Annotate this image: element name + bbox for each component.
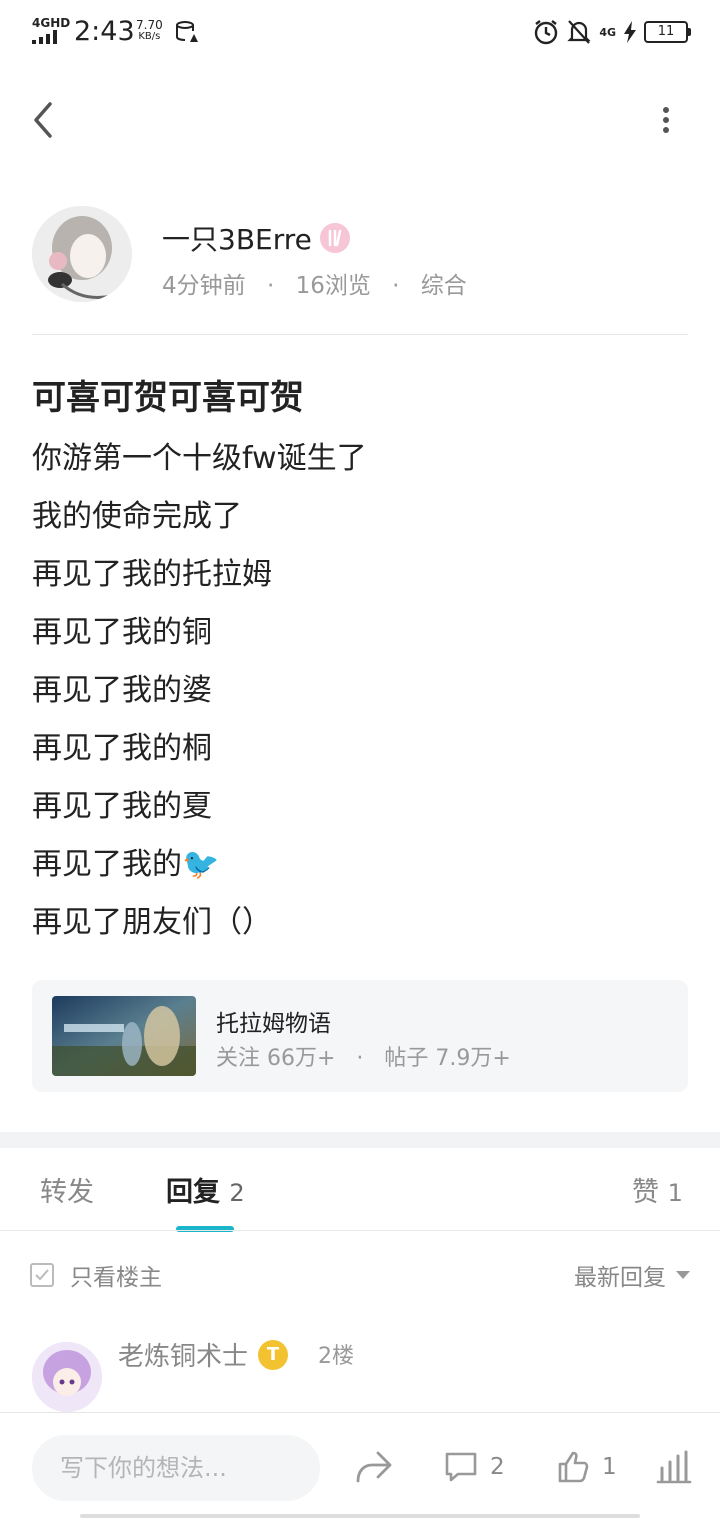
post-category[interactable]: 综合 [421, 273, 467, 299]
reply-avatar[interactable] [32, 1342, 102, 1412]
anime-avatar-image [32, 1342, 102, 1412]
level-badge-icon: T [258, 1339, 289, 1370]
post-line: 你游第一个十级fw诞生了 [32, 441, 367, 476]
author-avatar[interactable] [32, 206, 132, 302]
charging-icon [624, 21, 636, 43]
author-name-row[interactable]: 一只3BErre [162, 218, 350, 258]
mute-notification-icon [567, 20, 591, 44]
divider [0, 1230, 720, 1231]
bird-emoji: 🐦 [182, 847, 220, 882]
meta-separator: · [392, 273, 400, 299]
forum-followers: 关注 66万+ [216, 1046, 336, 1071]
reply-author-name[interactable]: 老炼铜术士 [118, 1336, 248, 1373]
chevron-left-icon [34, 102, 52, 138]
comment-input[interactable] [32, 1435, 320, 1501]
net-speed-unit: KB/s [138, 31, 161, 42]
battery-icon: 11 [644, 21, 691, 43]
check-icon [35, 1269, 49, 1281]
tab-reply-label: 回复 [166, 1177, 220, 1208]
tab-reply[interactable]: 回复 2 [166, 1170, 245, 1209]
back-button[interactable] [26, 98, 66, 142]
tab-repost[interactable]: 转发 [40, 1170, 94, 1209]
net-speed: 7.70 KB/s [136, 19, 163, 43]
net-speed-value: 7.70 [136, 18, 163, 32]
post-line: 再见了我的夏 [32, 789, 212, 824]
post-line: 我的使命完成了 [32, 499, 242, 534]
forum-stats: 关注 66万+ · 帖子 7.9万+ [216, 1040, 511, 1072]
signal-icon [32, 30, 57, 44]
status-bar: 4GHD 2:43 7.70 KB/s 4G 11 [0, 0, 720, 64]
caret-down-icon [676, 1271, 690, 1279]
reply-author-row[interactable]: 老炼铜术士 T [118, 1336, 289, 1373]
tab-like-label: 赞 [632, 1177, 659, 1208]
author-badge-icon [319, 223, 350, 253]
only-op-toggle[interactable]: 只看楼主 [30, 1258, 162, 1292]
forum-thumbnail [52, 996, 196, 1076]
more-vertical-icon [663, 107, 669, 133]
forum-card[interactable]: 托拉姆物语 关注 66万+ · 帖子 7.9万+ [32, 980, 688, 1092]
sort-label: 最新回复 [574, 1265, 666, 1291]
forum-separator: · [356, 1046, 364, 1071]
clock: 2:43 [74, 16, 135, 47]
network-type: 4GHD [32, 16, 71, 30]
alarm-icon [535, 20, 558, 45]
author-meta: 4分钟前 · 16浏览 · 综合 [162, 266, 467, 300]
post-line-with-emoji: 再见了我的🐦 [32, 836, 688, 894]
post-time: 4分钟前 [162, 273, 246, 299]
more-options-button[interactable] [648, 98, 684, 142]
floor-number: 2楼 [318, 1344, 354, 1369]
only-op-label: 只看楼主 [70, 1265, 162, 1291]
data-saver-icon [176, 21, 198, 42]
reply-button[interactable]: 2 [444, 1447, 505, 1487]
tab-like[interactable]: 赞 1 [632, 1170, 683, 1209]
tab-like-count: 1 [667, 1179, 683, 1207]
home-indicator [80, 1514, 640, 1518]
author-name[interactable]: 一只3BErre [162, 218, 312, 258]
like-button[interactable]: 1 [556, 1447, 617, 1487]
network-4g: 4G [599, 25, 616, 39]
bar-chart-icon [656, 1450, 692, 1484]
view-count: 16浏览 [295, 273, 371, 299]
forum-name: 托拉姆物语 [216, 1011, 331, 1037]
post-line: 再见了朋友们（） [32, 905, 272, 940]
active-tab-indicator [176, 1226, 234, 1232]
post-title: 可喜可贺可喜可贺 [32, 378, 304, 418]
post-line: 再见了我的铜 [32, 615, 212, 650]
post-line-text: 再见了我的 [32, 847, 182, 882]
post-line: 再见了我的桐 [32, 731, 212, 766]
only-op-checkbox[interactable] [30, 1263, 54, 1287]
sort-dropdown[interactable]: 最新回复 [574, 1258, 690, 1292]
thumbs-up-icon [558, 1451, 589, 1483]
tab-reply-count: 2 [229, 1179, 245, 1207]
comment-icon [445, 1452, 477, 1482]
like-count: 1 [602, 1454, 617, 1480]
status-right: 4G 11 [533, 18, 691, 46]
reply-count: 2 [490, 1454, 505, 1480]
divider [32, 334, 688, 335]
section-gap [0, 1132, 720, 1148]
meta-separator: · [266, 273, 275, 299]
share-arrow-icon [356, 1451, 392, 1483]
game-banner-image [52, 996, 196, 1076]
post-line: 再见了我的婆 [32, 673, 212, 708]
stats-button[interactable] [656, 1447, 692, 1487]
post-body: 你游第一个十级fw诞生了 我的使命完成了 再见了我的托拉姆 再见了我的铜 再见了… [32, 430, 688, 952]
anime-girl-avatar-image [32, 206, 132, 302]
forum-posts: 帖子 7.9万+ [384, 1046, 511, 1071]
post-line: 再见了我的托拉姆 [32, 557, 272, 592]
share-button[interactable] [354, 1447, 394, 1487]
bottom-bar: 2 1 [0, 1412, 720, 1521]
